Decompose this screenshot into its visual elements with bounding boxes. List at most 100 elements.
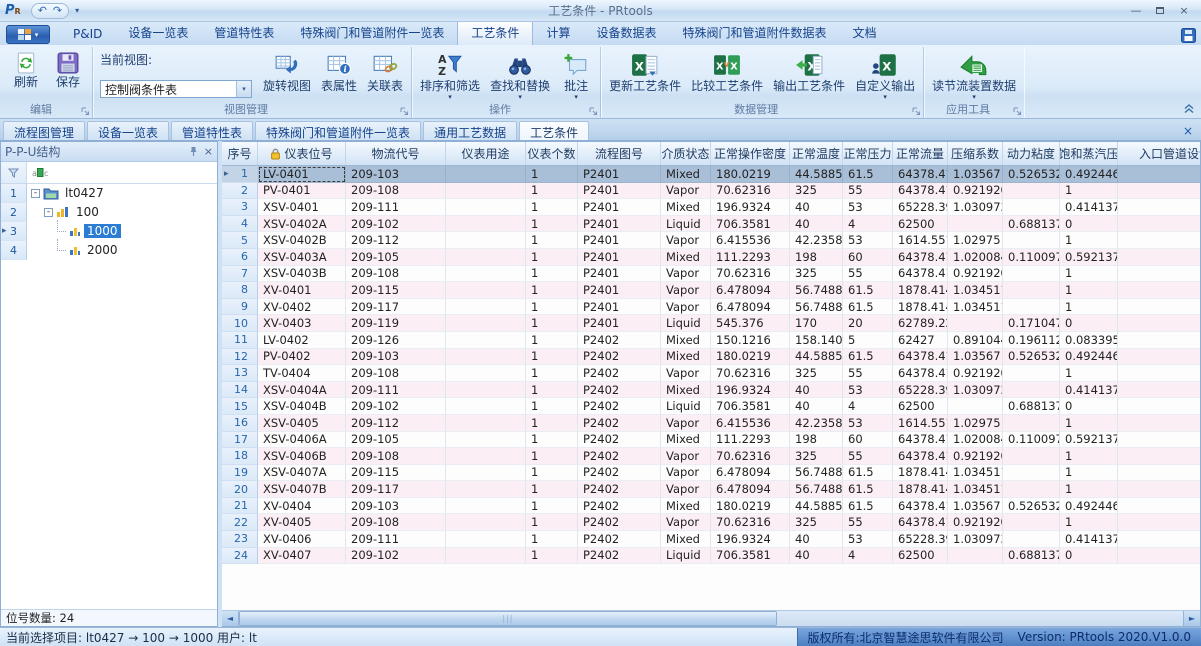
table-cell[interactable] <box>1003 183 1060 200</box>
column-header[interactable]: 序号 <box>222 142 258 165</box>
table-cell[interactable]: Mixed <box>661 432 711 449</box>
table-cell[interactable] <box>446 514 526 531</box>
table-cell[interactable]: 42.23589 <box>790 232 843 249</box>
table-cell[interactable]: 1 <box>526 282 578 299</box>
table-cell[interactable]: 6.415536 <box>711 415 790 432</box>
table-cell[interactable]: 209-111 <box>346 382 446 399</box>
table-cell[interactable]: 65228.39 <box>893 382 948 399</box>
table-cell[interactable] <box>1118 332 1201 349</box>
table-cell[interactable]: P2402 <box>578 481 661 498</box>
table-cell[interactable]: 0.1961122 <box>1003 332 1060 349</box>
table-cell[interactable]: P2401 <box>578 199 661 216</box>
table-cell[interactable] <box>446 481 526 498</box>
table-cell[interactable] <box>1003 415 1060 432</box>
table-cell[interactable]: Vapor <box>661 266 711 283</box>
row-number-cell[interactable]: 14 <box>222 382 258 399</box>
table-cell[interactable] <box>1003 514 1060 531</box>
table-cell[interactable]: 0.9219206 <box>948 365 1003 382</box>
table-cell[interactable] <box>1003 282 1060 299</box>
ribbon-corner-save-icon[interactable] <box>1181 28 1196 43</box>
row-number-cell[interactable]: 10 <box>222 315 258 332</box>
row-number-cell[interactable]: 13 <box>222 365 258 382</box>
table-row[interactable]: 16XSV-0405209-1121P2402Vapor6.41553642.2… <box>222 415 1201 432</box>
table-cell[interactable]: 209-105 <box>346 432 446 449</box>
table-cell[interactable]: 209-119 <box>346 315 446 332</box>
application-menu-button[interactable]: ▾ <box>6 25 50 44</box>
collapse-node-icon[interactable]: - <box>31 189 40 198</box>
table-cell[interactable]: 64378.41 <box>893 266 948 283</box>
table-cell[interactable]: 1.02975 <box>948 232 1003 249</box>
table-cell[interactable]: 62500 <box>893 398 948 415</box>
table-cell[interactable] <box>446 548 526 565</box>
table-cell[interactable]: XSV-0404A <box>258 382 346 399</box>
row-number-cell[interactable]: 24 <box>222 548 258 565</box>
table-cell[interactable]: P2402 <box>578 465 661 482</box>
table-cell[interactable]: P2402 <box>578 398 661 415</box>
table-cell[interactable]: 209-108 <box>346 514 446 531</box>
table-cell[interactable]: 1 <box>1060 481 1118 498</box>
table-cell[interactable]: 0.592137 <box>1060 249 1118 266</box>
table-cell[interactable]: XSV-0405 <box>258 415 346 432</box>
table-cell[interactable]: 53 <box>843 415 893 432</box>
table-cell[interactable]: XSV-0407A <box>258 465 346 482</box>
row-number-cell[interactable]: 11 <box>222 332 258 349</box>
table-cell[interactable]: 1 <box>526 216 578 233</box>
table-cell[interactable]: Mixed <box>661 382 711 399</box>
table-cell[interactable]: 61.5 <box>843 299 893 316</box>
table-cell[interactable]: 1 <box>1060 465 1118 482</box>
table-cell[interactable]: 64378.41 <box>893 365 948 382</box>
table-cell[interactable]: 0.4924467 <box>1060 498 1118 515</box>
table-cell[interactable] <box>446 465 526 482</box>
table-cell[interactable]: 0.4141373 <box>1060 382 1118 399</box>
table-cell[interactable]: 61.5 <box>843 349 893 366</box>
dialog-launcher-icon[interactable] <box>589 107 598 116</box>
export-conditions-button[interactable]: X 输出工艺条件 <box>768 48 850 93</box>
minimize-button[interactable]: — <box>1127 4 1145 18</box>
table-cell[interactable]: 1 <box>526 332 578 349</box>
table-cell[interactable]: 158.1408 <box>790 332 843 349</box>
table-cell[interactable]: 1.020084 <box>948 432 1003 449</box>
table-cell[interactable]: P2402 <box>578 415 661 432</box>
table-cell[interactable]: 111.2293 <box>711 249 790 266</box>
table-cell[interactable]: 1.034511 <box>948 481 1003 498</box>
tree-node-label[interactable]: 100 <box>73 205 102 219</box>
table-row[interactable]: 22XV-0405209-1081P2402Vapor70.6231632555… <box>222 514 1201 531</box>
table-cell[interactable] <box>446 365 526 382</box>
table-cell[interactable]: P2402 <box>578 548 661 565</box>
table-cell[interactable]: 0.4924467 <box>1060 349 1118 366</box>
table-cell[interactable]: Liquid <box>661 398 711 415</box>
dialog-launcher-icon[interactable] <box>912 107 921 116</box>
table-cell[interactable]: 1 <box>526 398 578 415</box>
table-cell[interactable]: 325 <box>790 448 843 465</box>
table-cell[interactable]: P2402 <box>578 349 661 366</box>
column-header[interactable]: 正常温度 <box>790 142 843 165</box>
table-cell[interactable] <box>948 548 1003 565</box>
table-cell[interactable]: 1878.414 <box>893 299 948 316</box>
table-cell[interactable]: 0.6881378 <box>1003 216 1060 233</box>
table-cell[interactable]: 1 <box>526 382 578 399</box>
table-cell[interactable]: 20 <box>843 315 893 332</box>
table-cell[interactable]: 325 <box>790 183 843 200</box>
table-cell[interactable]: 1.030973 <box>948 382 1003 399</box>
table-cell[interactable]: 56.74888 <box>790 481 843 498</box>
table-row[interactable]: 9XV-0402209-1171P2401Vapor6.47809456.748… <box>222 299 1201 316</box>
tree-filter-row[interactable]: ac <box>1 162 217 184</box>
table-cell[interactable]: 1 <box>526 249 578 266</box>
tree-row[interactable]: ▸ 3 1000 <box>1 222 217 241</box>
table-cell[interactable]: 55 <box>843 266 893 283</box>
tree-node-label[interactable]: lt0427 <box>62 186 107 200</box>
table-cell[interactable] <box>1118 299 1201 316</box>
table-cell[interactable]: 706.3581 <box>711 216 790 233</box>
table-cell[interactable]: 0.9219206 <box>948 266 1003 283</box>
table-cell[interactable]: Vapor <box>661 514 711 531</box>
table-cell[interactable]: XSV-0407B <box>258 481 346 498</box>
table-cell[interactable] <box>446 266 526 283</box>
table-cell[interactable]: 64378.41 <box>893 432 948 449</box>
row-number-cell[interactable]: 12 <box>222 349 258 366</box>
dialog-launcher-icon[interactable] <box>81 107 90 116</box>
tree-row[interactable]: 2 - 100 <box>1 203 217 222</box>
table-cell[interactable]: P2401 <box>578 249 661 266</box>
table-cell[interactable]: XSV-0406A <box>258 432 346 449</box>
table-cell[interactable] <box>1118 315 1201 332</box>
table-cell[interactable]: P2401 <box>578 232 661 249</box>
